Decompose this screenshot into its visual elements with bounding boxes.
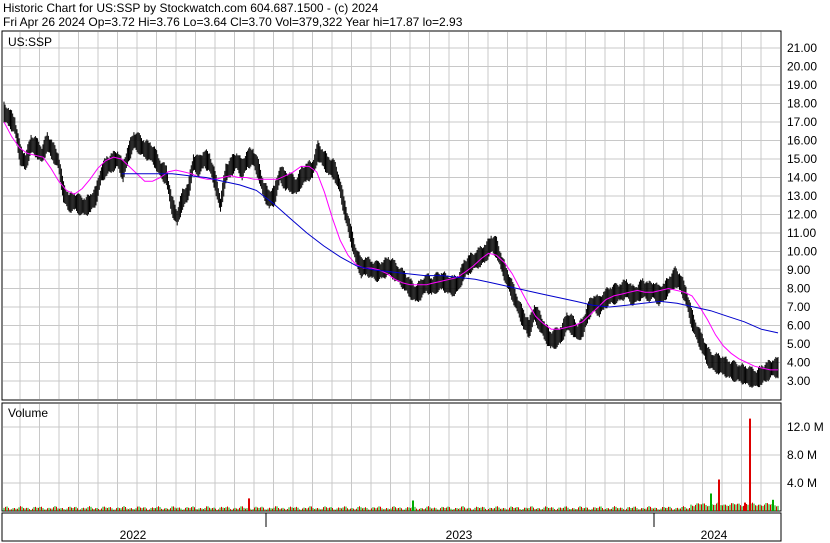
- price-tick-label: 18.00: [787, 97, 817, 111]
- price-tick-label: 3.00: [787, 374, 811, 388]
- stock-chart: US:SSP 21.00 20.00 19.00 18.00 17.00 16.00 15.…: [1, 30, 824, 542]
- year-label: 2023: [446, 528, 473, 542]
- volume-panel-frame: [1, 402, 782, 512]
- volume-y-axis: 12.0 M 8.0 M 4.0 M: [787, 420, 824, 490]
- price-tick-label: 17.00: [787, 115, 817, 129]
- price-tick-label: 16.00: [787, 134, 817, 148]
- price-tick-label: 7.00: [787, 300, 811, 314]
- price-panel-title: US:SSP: [8, 35, 52, 49]
- price-tick-label: 14.00: [787, 171, 817, 185]
- price-tick-label: 5.00: [787, 337, 811, 351]
- price-tick-label: 13.00: [787, 189, 817, 203]
- price-tick-label: 15.00: [787, 152, 817, 166]
- volume-tick-label: 8.0 M: [787, 448, 817, 462]
- price-tick-label: 10.00: [787, 245, 817, 259]
- volume-tick-label: 12.0 M: [787, 420, 824, 434]
- price-tick-label: 11.00: [787, 226, 816, 240]
- price-tick-label: 9.00: [787, 263, 811, 277]
- price-panel-frame: [1, 30, 782, 401]
- price-tick-label: 12.00: [787, 208, 817, 222]
- price-tick-label: 20.00: [787, 60, 817, 74]
- price-y-axis: 21.00 20.00 19.00 18.00 17.00 16.00 15.00 14.00…: [787, 41, 817, 388]
- year-label: 2022: [120, 528, 147, 542]
- price-tick-label: 4.00: [787, 356, 811, 370]
- price-tick-label: 21.00: [787, 41, 817, 55]
- price-tick-label: 6.00: [787, 319, 811, 333]
- price-tick-label: 19.00: [787, 78, 817, 92]
- price-tick-label: 8.00: [787, 282, 811, 296]
- volume-panel-title: Volume: [8, 406, 48, 420]
- volume-tick-label: 4.0 M: [787, 476, 817, 490]
- year-label: 2024: [701, 528, 728, 542]
